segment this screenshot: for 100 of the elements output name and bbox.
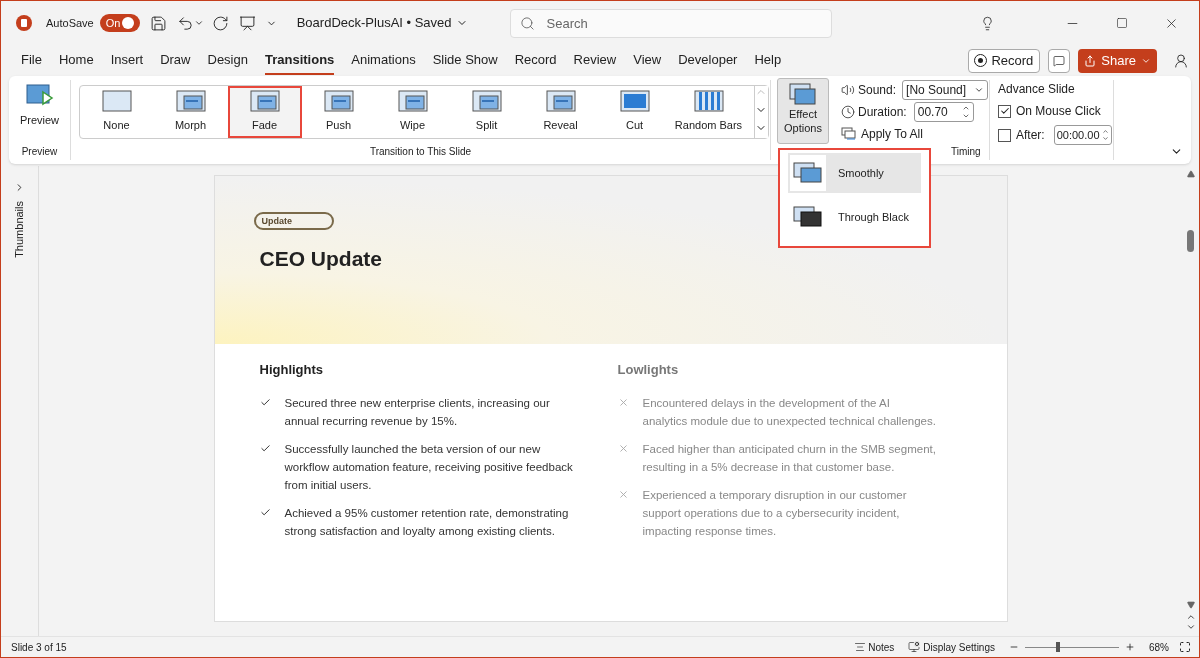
- next-slide-icon[interactable]: [1185, 622, 1196, 632]
- spinner-icon: [1101, 128, 1109, 142]
- transition-thumbnail-icon: [323, 90, 354, 113]
- check-icon: [259, 506, 271, 518]
- menu-tab[interactable]: Slide Show: [432, 46, 498, 75]
- menu-item[interactable]: Smoothly: [788, 153, 921, 193]
- redo-icon[interactable]: [211, 14, 229, 32]
- document-title[interactable]: BoardDeck-PlusAI • Saved: [296, 13, 468, 33]
- group-label: Timing: [951, 145, 982, 159]
- fit-slide-icon[interactable]: [1179, 641, 1191, 653]
- undo-icon[interactable]: [176, 14, 194, 32]
- play-slide-icon: [25, 84, 54, 108]
- slideshow-icon[interactable]: [238, 14, 256, 32]
- menu-tab[interactable]: Insert: [110, 46, 144, 75]
- checkbox[interactable]: [998, 128, 1011, 142]
- transition-option[interactable]: Fade: [227, 86, 302, 138]
- autosave-toggle[interactable]: On: [99, 14, 140, 32]
- duration-field[interactable]: 00.70: [913, 102, 974, 122]
- search-icon: [519, 15, 535, 31]
- transition-option[interactable]: None: [79, 86, 154, 138]
- transition-thumbnail-icon: [397, 90, 428, 113]
- menu-tab[interactable]: Draw: [160, 46, 191, 75]
- transition-thumbnail-icon: [545, 90, 576, 113]
- slide-counter: Slide 3 of 15: [11, 640, 67, 655]
- check-icon: [999, 106, 1010, 116]
- menu-item[interactable]: Through Black: [788, 197, 921, 237]
- menu-tab[interactable]: View: [633, 46, 662, 75]
- checkbox[interactable]: [998, 104, 1011, 118]
- previous-slide-icon[interactable]: [1185, 612, 1196, 622]
- transition-option[interactable]: Morph: [153, 86, 228, 138]
- menu-tab[interactable]: Design: [207, 46, 248, 75]
- record-button[interactable]: Record: [968, 48, 1041, 73]
- slide-title: CEO Update: [259, 246, 383, 272]
- save-icon[interactable]: [149, 14, 167, 32]
- check-icon: [259, 442, 271, 454]
- check-icon: [259, 396, 271, 408]
- sound-dropdown[interactable]: [No Sound]: [902, 80, 989, 101]
- bullet-text: Achieved a 95% customer retention rate, demonstrating strong satisfaction and loyalty among existing clients.: [284, 505, 570, 539]
- bullet-text: Faced higher than anticipated churn in the SMB segment, resulting in a 5% decrease in that customer base.: [642, 441, 937, 475]
- cross-icon: [617, 488, 629, 500]
- sound-label: Sound:: [858, 82, 897, 100]
- spinner-icon: [961, 104, 970, 120]
- search-field[interactable]: Search: [509, 8, 832, 38]
- slide-tag: Update: [253, 212, 334, 230]
- menu-tab[interactable]: Developer: [678, 46, 738, 75]
- zoom-in-icon[interactable]: [1125, 642, 1135, 652]
- bullet-text: Secured three new enterprise clients, increasing our annual recurring revenue by 15%.: [284, 395, 551, 429]
- transition-option[interactable]: Random Bars: [671, 86, 746, 138]
- zoom-slider[interactable]: [1025, 641, 1119, 653]
- menu-tab[interactable]: Home: [58, 46, 94, 75]
- autosave-label: AutoSave: [46, 15, 94, 31]
- share-button[interactable]: Share: [1078, 48, 1157, 73]
- transition-option[interactable]: Cut: [597, 86, 672, 138]
- after-time-field[interactable]: 00:00.00: [1053, 125, 1112, 145]
- duration-label: Duration:: [858, 104, 907, 121]
- display-settings-button[interactable]: Display Settings: [908, 639, 995, 655]
- scrollbar-thumb[interactable]: [1187, 230, 1194, 252]
- bullet-text: Successfully launched the beta version of our new workflow automation feature, receiving positive feedback from initial users.: [284, 441, 574, 493]
- apply-to-all-button[interactable]: Apply To All: [841, 123, 989, 144]
- menu-tab[interactable]: Help: [754, 46, 782, 75]
- caret-icon[interactable]: [193, 18, 204, 28]
- cross-icon: [617, 442, 629, 454]
- lightbulb-icon[interactable]: [980, 15, 995, 31]
- group-label: Transition to This Slide: [369, 145, 472, 159]
- cross-icon: [617, 396, 629, 408]
- zoom-level[interactable]: 68%: [1149, 639, 1169, 655]
- scroll-down-icon[interactable]: [1186, 601, 1195, 609]
- menu-tab[interactable]: File: [21, 46, 42, 75]
- column-heading: Highlights: [259, 361, 325, 379]
- menu-tab[interactable]: Animations: [351, 46, 416, 75]
- transition-option[interactable]: Push: [301, 86, 376, 138]
- overlapping-slides-icon: [789, 83, 817, 107]
- transition-option[interactable]: Split: [449, 86, 524, 138]
- group-label: Preview: [21, 145, 58, 159]
- app-logo-icon: [16, 15, 32, 31]
- transition-thumbnail-icon: [249, 90, 280, 113]
- maximize-icon[interactable]: [1116, 17, 1128, 29]
- checkbox-label: After:: [1016, 127, 1045, 144]
- transition-thumbnail-icon: [175, 90, 206, 113]
- transition-thumbnail-icon: [693, 90, 724, 113]
- thumbnails-label[interactable]: Thumbnails: [11, 201, 28, 258]
- menu-tab[interactable]: Review: [573, 46, 617, 75]
- column-heading: Lowlights: [617, 361, 680, 379]
- speaker-icon: [841, 83, 855, 98]
- notes-icon: [854, 641, 867, 653]
- effect-options-button[interactable]: Effect Options: [777, 78, 829, 144]
- checkbox-label: On Mouse Click: [1016, 103, 1101, 120]
- coauthor-icon[interactable]: [1173, 52, 1189, 69]
- transition-option[interactable]: Reveal: [523, 86, 598, 138]
- apply-all-icon: [841, 126, 857, 141]
- menu-tab[interactable]: Record: [514, 46, 557, 75]
- transition-thumbnail-icon: [619, 90, 650, 113]
- preview-button[interactable]: Preview: [19, 84, 60, 129]
- menu-tab[interactable]: Transitions: [264, 46, 335, 75]
- comment-button[interactable]: [1048, 48, 1071, 73]
- notes-button[interactable]: Notes: [854, 639, 895, 655]
- scroll-up-icon[interactable]: [1186, 170, 1195, 178]
- transition-thumbnail-icon: [471, 90, 502, 113]
- clock-icon: [841, 105, 855, 119]
- transition-option[interactable]: Wipe: [375, 86, 450, 138]
